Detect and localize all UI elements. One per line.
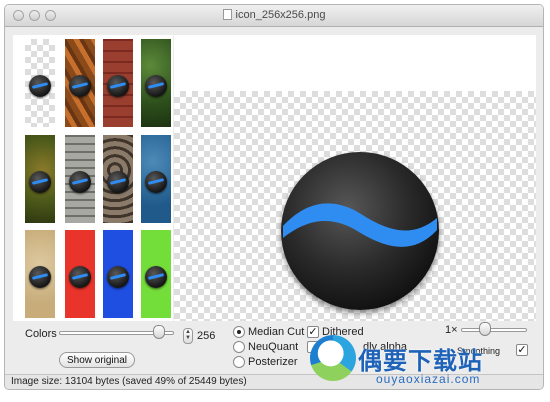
thumb-leaves[interactable] — [141, 39, 171, 127]
watermark-url: ouyaoxiazai.com — [376, 372, 481, 386]
icon-preview — [145, 75, 167, 97]
icon-preview — [69, 75, 91, 97]
thumb-moss[interactable] — [25, 135, 55, 223]
document-icon — [222, 9, 232, 20]
icon-preview — [107, 171, 129, 193]
wave-icon — [283, 203, 437, 247]
image-size-text: Image size: 13104 bytes (saved 49% of 25… — [11, 376, 247, 387]
icon-preview — [107, 266, 129, 288]
thumb-transparent[interactable] — [25, 39, 55, 127]
icon-preview — [145, 266, 167, 288]
icon-preview — [29, 266, 51, 288]
preview-checkerboard — [174, 91, 536, 321]
background-thumbnails — [13, 35, 173, 321]
thumb-water[interactable] — [141, 135, 171, 223]
thumb-brick[interactable] — [103, 39, 133, 127]
neuquant-label: NeuQuant — [248, 341, 299, 353]
smoothing-checkbox[interactable]: ✓ — [516, 344, 528, 356]
median-cut-radio[interactable] — [233, 326, 245, 338]
icon-preview — [69, 266, 91, 288]
thumb-wood[interactable] — [65, 135, 95, 223]
thumb-red[interactable] — [65, 230, 95, 318]
zoom-slider-knob[interactable] — [479, 322, 491, 336]
icon-preview — [29, 75, 51, 97]
thumb-green[interactable] — [141, 230, 171, 318]
show-original-button[interactable]: Show original — [59, 352, 135, 368]
dithered-checkbox[interactable]: ✓ — [307, 326, 319, 338]
colors-label: Colors — [25, 328, 57, 340]
posterizer-label: Posterizer — [248, 356, 298, 368]
title-bar: icon_256x256.png — [5, 5, 543, 27]
window-title: icon_256x256.png — [235, 9, 326, 21]
thumb-rust[interactable] — [65, 39, 95, 127]
colors-value: 256 — [197, 330, 216, 342]
neuquant-radio[interactable] — [233, 341, 245, 353]
watermark-logo-icon — [310, 335, 356, 381]
main-preview[interactable] — [174, 35, 536, 321]
orb-icon — [281, 152, 439, 310]
icon-preview — [145, 171, 167, 193]
icon-preview — [107, 75, 129, 97]
watermark-text: 偶要下载站 — [358, 347, 483, 375]
colors-slider-knob[interactable] — [153, 325, 165, 339]
thumb-blue[interactable] — [103, 230, 133, 318]
zoom-slider[interactable] — [461, 328, 527, 332]
thumb-sand[interactable] — [25, 230, 55, 318]
colors-stepper[interactable]: ▲ ▼ — [183, 328, 193, 344]
icon-preview — [69, 171, 91, 193]
app-window: icon_256x256.png Colors ▲ ▼ 256 Show orig… — [4, 4, 544, 390]
posterizer-radio[interactable] — [233, 356, 245, 368]
median-cut-label: Median Cut — [248, 326, 305, 338]
zoom-label: 1× — [445, 324, 458, 336]
thumb-stone[interactable] — [103, 135, 133, 223]
preview-white-area — [174, 35, 536, 91]
window-title-wrap: icon_256x256.png — [5, 9, 543, 21]
icon-preview — [29, 171, 51, 193]
